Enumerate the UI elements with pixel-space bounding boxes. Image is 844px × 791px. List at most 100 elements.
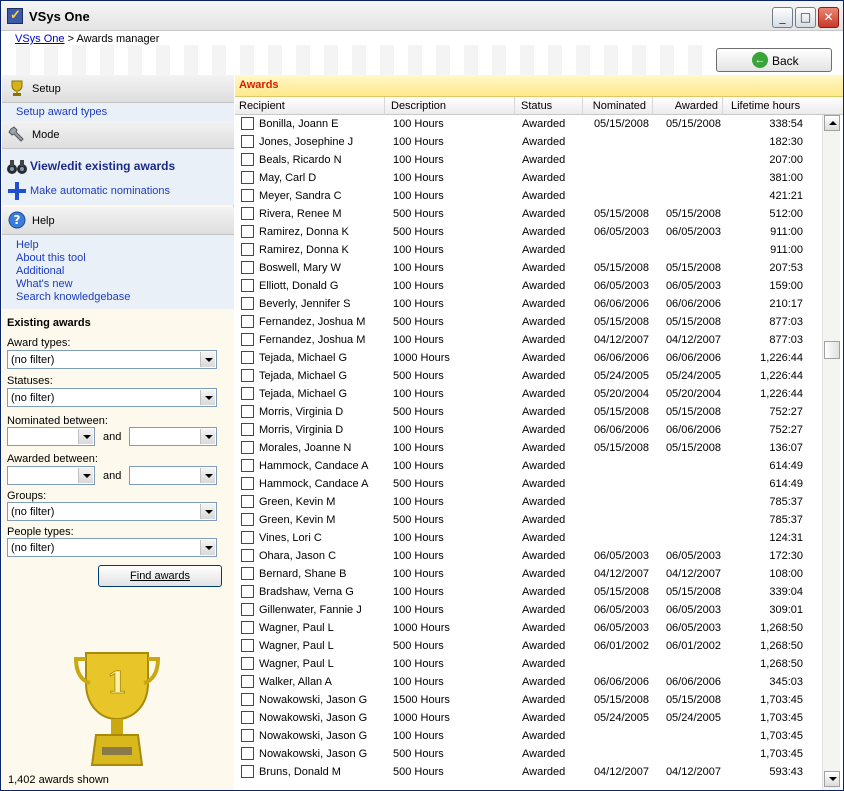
row-checkbox[interactable] bbox=[241, 405, 254, 418]
row-checkbox[interactable] bbox=[241, 351, 254, 364]
about-tool-link[interactable]: About this tool bbox=[16, 252, 86, 264]
table-row[interactable]: Wagner, Paul L 1000 Hours Awarded 06/05/200… bbox=[235, 619, 822, 637]
row-checkbox[interactable] bbox=[241, 117, 254, 130]
row-checkbox[interactable] bbox=[241, 369, 254, 382]
table-row[interactable]: Rivera, Renee M 500 Hours Awarded 05/15/200… bbox=[235, 205, 822, 223]
table-row[interactable]: Vines, Lori C 100 Hours Awarded 124:31 bbox=[235, 529, 822, 547]
find-awards-button[interactable]: Find awards bbox=[98, 565, 222, 587]
table-row[interactable]: Fernandez, Joshua M 500 Hours Awarded 05/15… bbox=[235, 313, 822, 331]
row-checkbox[interactable] bbox=[241, 729, 254, 742]
row-checkbox[interactable] bbox=[241, 135, 254, 148]
column-header-lifetime-hours[interactable]: Lifetime hours bbox=[723, 97, 843, 115]
minimize-button[interactable]: _ bbox=[772, 7, 793, 28]
row-checkbox[interactable] bbox=[241, 423, 254, 436]
table-row[interactable]: Ohara, Jason C 100 Hours Awarded 06/05/2003… bbox=[235, 547, 822, 565]
table-row[interactable]: Tejada, Michael G 1000 Hours Awarded 06/06/… bbox=[235, 349, 822, 367]
row-checkbox[interactable] bbox=[241, 657, 254, 670]
row-checkbox[interactable] bbox=[241, 477, 254, 490]
column-header-description[interactable]: Description bbox=[385, 97, 515, 115]
mode-section-header[interactable]: Mode bbox=[2, 121, 234, 149]
awarded-to-select[interactable] bbox=[129, 466, 217, 485]
setup-section-header[interactable]: Setup bbox=[2, 75, 234, 103]
row-checkbox[interactable] bbox=[241, 387, 254, 400]
chevron-down-icon[interactable] bbox=[200, 429, 215, 444]
table-row[interactable]: Tejada, Michael G 100 Hours Awarded 05/20/2… bbox=[235, 385, 822, 403]
chevron-down-icon[interactable] bbox=[78, 429, 93, 444]
row-checkbox[interactable] bbox=[241, 315, 254, 328]
table-row[interactable]: Elliott, Donald G 100 Hours Awarded 06/05/2… bbox=[235, 277, 822, 295]
row-checkbox[interactable] bbox=[241, 243, 254, 256]
statuses-select[interactable]: (no filter) bbox=[7, 388, 217, 407]
chevron-down-icon[interactable] bbox=[200, 390, 215, 405]
row-checkbox[interactable] bbox=[241, 495, 254, 508]
table-row[interactable]: Meyer, Sandra C 100 Hours Awarded 421:21 bbox=[235, 187, 822, 205]
row-checkbox[interactable] bbox=[241, 567, 254, 580]
row-checkbox[interactable] bbox=[241, 585, 254, 598]
table-row[interactable]: Beverly, Jennifer S 100 Hours Awarded 06/06… bbox=[235, 295, 822, 313]
nominated-to-select[interactable] bbox=[129, 427, 217, 446]
row-checkbox[interactable] bbox=[241, 261, 254, 274]
row-checkbox[interactable] bbox=[241, 621, 254, 634]
chevron-down-icon[interactable] bbox=[200, 352, 215, 367]
awarded-from-select[interactable] bbox=[7, 466, 95, 485]
nominated-from-select[interactable] bbox=[7, 427, 95, 446]
close-button[interactable]: ✕ bbox=[818, 7, 839, 28]
table-row[interactable]: Bonilla, Joann E 100 Hours Awarded 05/15/20… bbox=[235, 115, 822, 133]
make-nominations-item[interactable]: Make automatic nominations bbox=[6, 182, 170, 200]
row-checkbox[interactable] bbox=[241, 603, 254, 616]
chevron-down-icon[interactable] bbox=[200, 468, 215, 483]
table-row[interactable]: Boswell, Mary W 100 Hours Awarded 05/15/200… bbox=[235, 259, 822, 277]
table-row[interactable]: Ramirez, Donna K 100 Hours Awarded 911:00 bbox=[235, 241, 822, 259]
row-checkbox[interactable] bbox=[241, 189, 254, 202]
row-checkbox[interactable] bbox=[241, 549, 254, 562]
scroll-thumb[interactable] bbox=[824, 341, 840, 359]
row-checkbox[interactable] bbox=[241, 171, 254, 184]
chevron-down-icon[interactable] bbox=[200, 504, 215, 519]
row-checkbox[interactable] bbox=[241, 711, 254, 724]
table-row[interactable]: Hammock, Candace A 500 Hours Awarded 614:49 bbox=[235, 475, 822, 493]
row-checkbox[interactable] bbox=[241, 441, 254, 454]
table-row[interactable]: Wagner, Paul L 500 Hours Awarded 06/01/2002… bbox=[235, 637, 822, 655]
row-checkbox[interactable] bbox=[241, 207, 254, 220]
table-row[interactable]: Green, Kevin M 100 Hours Awarded 785:37 bbox=[235, 493, 822, 511]
setup-award-types-link[interactable]: Setup award types bbox=[16, 106, 107, 118]
table-row[interactable]: Nowakowski, Jason G 1000 Hours Awarded 05/2… bbox=[235, 709, 822, 727]
table-row[interactable]: Nowakowski, Jason G 1500 Hours Awarded 05/1… bbox=[235, 691, 822, 709]
column-header-recipient[interactable]: Recipient bbox=[235, 97, 385, 115]
whats-new-link[interactable]: What's new bbox=[16, 278, 73, 290]
row-checkbox[interactable] bbox=[241, 225, 254, 238]
scroll-up-button[interactable] bbox=[824, 115, 840, 131]
maximize-button[interactable]: □ bbox=[795, 7, 816, 28]
row-checkbox[interactable] bbox=[241, 765, 254, 778]
table-row[interactable]: Morales, Joanne N 100 Hours Awarded 05/15/2… bbox=[235, 439, 822, 457]
table-row[interactable]: Beals, Ricardo N 100 Hours Awarded 207:00 bbox=[235, 151, 822, 169]
vertical-scrollbar[interactable] bbox=[822, 115, 840, 790]
row-checkbox[interactable] bbox=[241, 459, 254, 472]
row-checkbox[interactable] bbox=[241, 531, 254, 544]
table-row[interactable]: Nowakowski, Jason G 500 Hours Awarded 1,703… bbox=[235, 745, 822, 763]
help-section-header[interactable]: ? Help bbox=[2, 207, 234, 235]
groups-select[interactable]: (no filter) bbox=[7, 502, 217, 521]
chevron-down-icon[interactable] bbox=[78, 468, 93, 483]
table-row[interactable]: Wagner, Paul L 100 Hours Awarded 1,268:50 bbox=[235, 655, 822, 673]
people-types-select[interactable]: (no filter) bbox=[7, 538, 217, 557]
back-button[interactable]: ← Back bbox=[716, 48, 832, 72]
table-row[interactable]: Walker, Allan A 100 Hours Awarded 06/06/200… bbox=[235, 673, 822, 691]
table-row[interactable]: Ramirez, Donna K 500 Hours Awarded 06/05/20… bbox=[235, 223, 822, 241]
table-row[interactable]: Morris, Virginia D 100 Hours Awarded 06/06/… bbox=[235, 421, 822, 439]
row-checkbox[interactable] bbox=[241, 639, 254, 652]
table-row[interactable]: Tejada, Michael G 500 Hours Awarded 05/24/2… bbox=[235, 367, 822, 385]
table-row[interactable]: Bruns, Donald M 500 Hours Awarded 04/12/200… bbox=[235, 763, 822, 781]
table-row[interactable]: Jones, Josephine J 100 Hours Awarded 182:30 bbox=[235, 133, 822, 151]
table-row[interactable]: Gillenwater, Fannie J 100 Hours Awarded 06/… bbox=[235, 601, 822, 619]
view-edit-awards-item[interactable]: View/edit existing awards bbox=[6, 158, 175, 176]
table-row[interactable]: Morris, Virginia D 500 Hours Awarded 05/15/… bbox=[235, 403, 822, 421]
row-checkbox[interactable] bbox=[241, 279, 254, 292]
column-header-nominated[interactable]: Nominated bbox=[583, 97, 653, 115]
row-checkbox[interactable] bbox=[241, 513, 254, 526]
table-row[interactable]: Bradshaw, Verna G 100 Hours Awarded 05/15/2… bbox=[235, 583, 822, 601]
row-checkbox[interactable] bbox=[241, 675, 254, 688]
table-row[interactable]: Fernandez, Joshua M 100 Hours Awarded 04/12… bbox=[235, 331, 822, 349]
row-checkbox[interactable] bbox=[241, 333, 254, 346]
table-row[interactable]: Hammock, Candace A 100 Hours Awarded 614:49 bbox=[235, 457, 822, 475]
